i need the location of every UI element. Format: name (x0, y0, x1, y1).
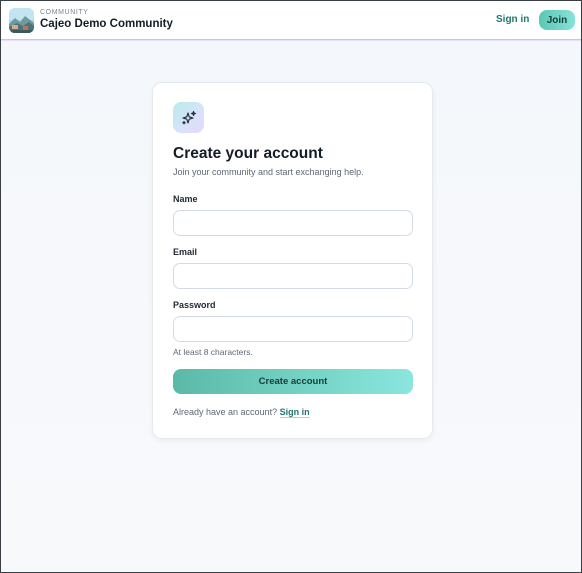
community-label: COMMUNITY (40, 9, 89, 16)
name-label: Name (173, 194, 198, 204)
signup-card: Create your account Join your community … (152, 82, 433, 439)
password-hint: At least 8 characters. (173, 347, 253, 357)
email-label: Email (173, 247, 198, 257)
header-signin-link[interactable]: Sign in (496, 14, 529, 25)
top-header: COMMUNITY Cajeo Demo Community Sign in J… (1, 1, 581, 40)
join-button[interactable]: Join (539, 10, 575, 30)
sparkles-icon (173, 102, 204, 133)
email-input[interactable] (173, 263, 413, 289)
page-title: Create your account (173, 145, 323, 162)
password-input[interactable] (173, 316, 413, 342)
community-name[interactable]: Cajeo Demo Community (40, 18, 173, 30)
page-subtitle: Join your community and start exchanging… (173, 167, 364, 177)
footer-signin-link[interactable]: Sign in (279, 407, 310, 418)
community-logo-icon[interactable] (9, 8, 34, 33)
password-label: Password (173, 300, 216, 310)
signin-prompt: Already have an account? Sign in (173, 407, 310, 418)
resize-grip-icon[interactable] (574, 565, 581, 573)
name-input[interactable] (173, 210, 413, 236)
create-account-button[interactable]: Create account (173, 369, 413, 394)
signin-prompt-text: Already have an account? (173, 407, 280, 417)
